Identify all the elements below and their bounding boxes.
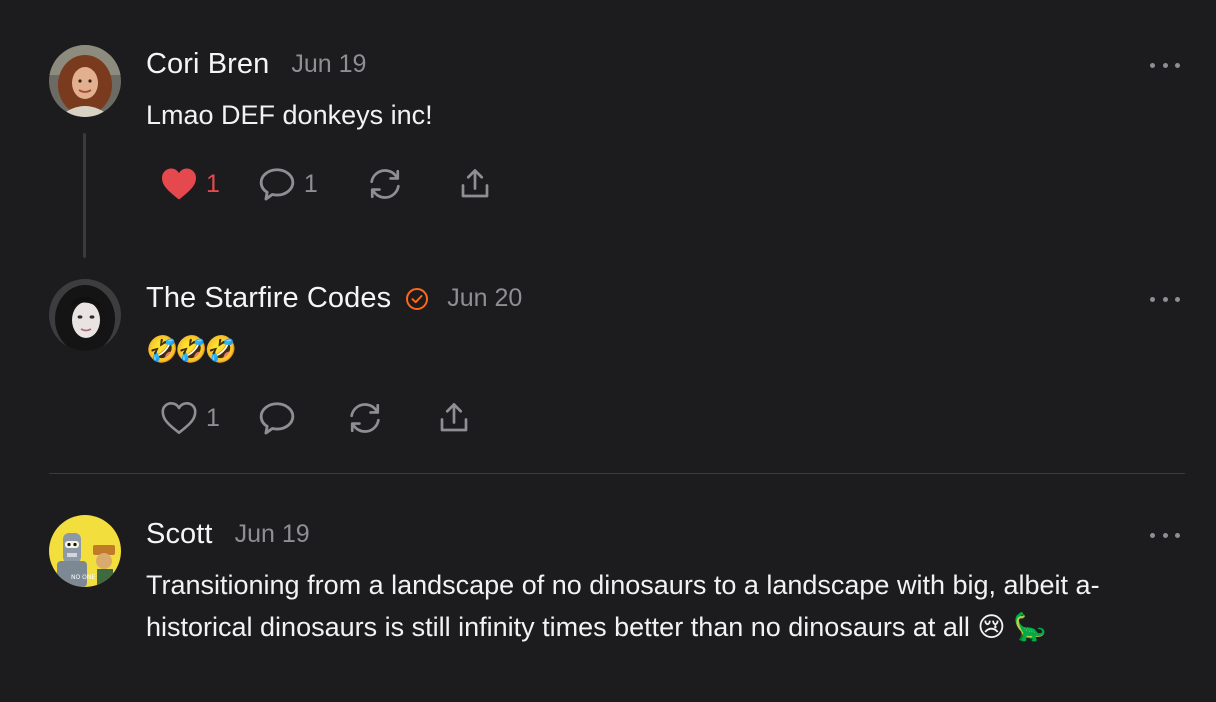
more-options-icon[interactable] — [1150, 293, 1180, 305]
avatar-scott[interactable]: NO ONE — [49, 515, 121, 587]
heart-icon — [162, 168, 196, 200]
svg-text:NO ONE: NO ONE — [71, 574, 95, 581]
share-icon — [461, 169, 489, 198]
like-button[interactable]: 1 — [160, 167, 220, 201]
author-name[interactable]: The Starfire Codes — [146, 282, 391, 315]
share-button[interactable] — [456, 166, 494, 202]
comment-header: The Starfire Codes Jun 20 — [146, 282, 522, 315]
like-count: 1 — [206, 403, 220, 432]
comment-date[interactable]: Jun 19 — [291, 50, 366, 79]
restack-icon — [350, 403, 380, 433]
comment-header: Cori Bren Jun 19 — [146, 48, 366, 81]
verified-badge-icon — [406, 287, 429, 310]
comment-text: 🤣🤣🤣 — [146, 334, 237, 364]
more-options-icon[interactable] — [1150, 529, 1180, 541]
comment-actions: 1 — [160, 398, 473, 438]
comments-thread: Cori Bren Jun 19 Lmao DEF donkeys inc! 1… — [0, 0, 1216, 702]
comment-text: Transitioning from a landscape of no din… — [146, 570, 1100, 642]
share-button[interactable] — [435, 400, 473, 436]
restack-button[interactable] — [366, 166, 404, 202]
author-name[interactable]: Cori Bren — [146, 48, 269, 81]
comment-date[interactable]: Jun 20 — [447, 284, 522, 313]
reply-count: 1 — [303, 169, 318, 198]
restack-icon — [370, 169, 400, 199]
comment-bubble-icon — [259, 168, 295, 201]
comment-header: Scott Jun 19 — [146, 518, 310, 551]
reply-button[interactable] — [258, 400, 296, 436]
thread-connector-line — [83, 133, 86, 258]
author-name[interactable]: Scott — [146, 518, 213, 551]
comment-date[interactable]: Jun 19 — [235, 520, 310, 549]
comment-bubble-icon — [259, 402, 295, 435]
like-button[interactable]: 1 — [160, 401, 220, 435]
like-count: 1 — [206, 169, 220, 198]
more-options-icon[interactable] — [1150, 59, 1180, 71]
comment-text: Lmao DEF donkeys inc! — [146, 100, 433, 130]
restack-button[interactable] — [346, 400, 384, 436]
comment-actions: 1 1 — [160, 164, 494, 204]
avatar-cori-bren[interactable] — [49, 45, 121, 117]
avatar-starfire-codes[interactable] — [49, 279, 121, 351]
reply-button[interactable]: 1 — [258, 166, 318, 202]
share-icon — [440, 403, 468, 432]
heart-icon — [161, 402, 197, 434]
comment-divider — [49, 473, 1185, 474]
